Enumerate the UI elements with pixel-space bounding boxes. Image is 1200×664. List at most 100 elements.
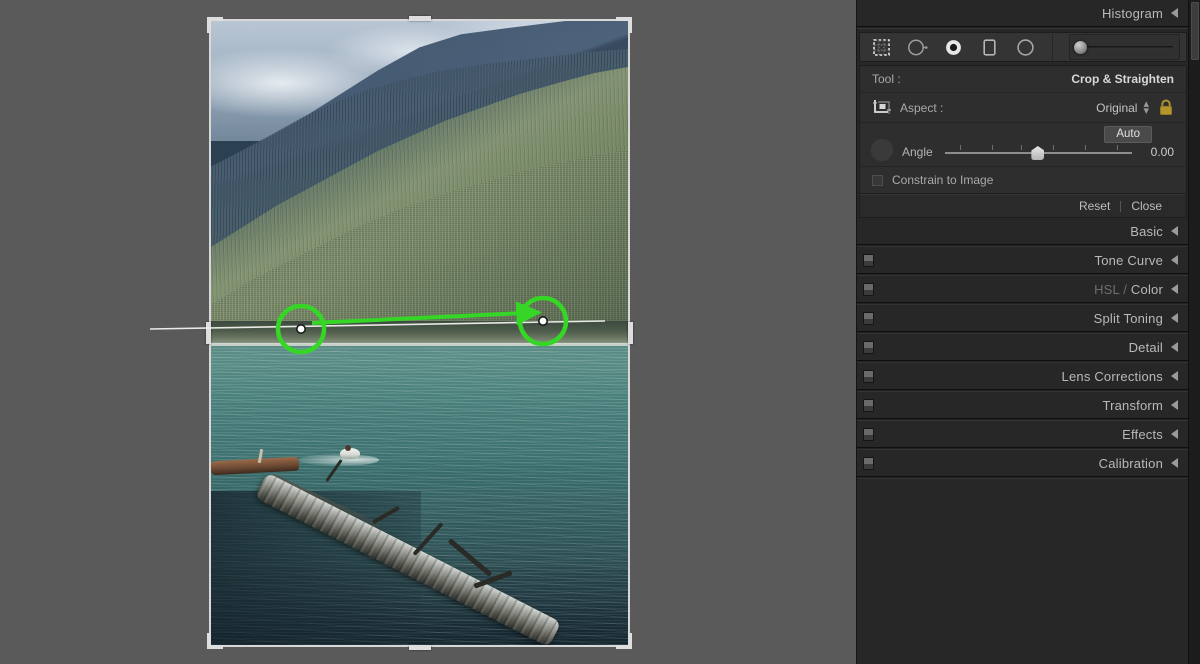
scrollbar-thumb[interactable] xyxy=(1191,2,1199,60)
filled-eye-circle-icon xyxy=(945,39,961,55)
amount-slider-track xyxy=(1076,45,1173,49)
triangle-left-icon xyxy=(1171,284,1178,294)
right-panel-scrollbar[interactable] xyxy=(1188,0,1200,664)
angle-tick xyxy=(991,145,993,150)
crop-aspect-icon xyxy=(873,99,891,114)
lightroom-develop-window: Histogram Tool: Crop & Straighten Aspec… xyxy=(0,0,1200,664)
panel-block: Basic xyxy=(857,218,1189,247)
angle-dial-knob[interactable] xyxy=(870,138,894,162)
panel-title-dim-prefix[interactable]: HSL / xyxy=(1094,282,1131,297)
panel-enable-switch[interactable] xyxy=(863,312,874,325)
photo-preview[interactable] xyxy=(211,21,628,645)
develop-panel-list: Basic Tone Curve HSL / Color Split Toning De… xyxy=(857,218,1189,479)
panel-divider xyxy=(857,26,1189,29)
panel-title: Lens Corrections xyxy=(1061,368,1163,384)
panel-title: Split Toning xyxy=(1093,310,1163,326)
right-side-panel: Histogram Tool: Crop & Straighten Aspec… xyxy=(856,0,1200,664)
crop-bounding-box[interactable] xyxy=(206,16,633,650)
triangle-left-icon xyxy=(1171,400,1178,410)
angle-tick xyxy=(1053,145,1055,150)
angle-slider-knob[interactable] xyxy=(1031,146,1045,160)
angle-tick xyxy=(959,145,961,150)
auto-straighten-button[interactable]: Auto xyxy=(1104,126,1152,143)
crop-handle-top[interactable] xyxy=(408,16,431,21)
triangle-left-icon xyxy=(1171,458,1178,468)
angle-tick xyxy=(1085,145,1087,150)
panel-title: Basic xyxy=(1130,223,1163,239)
angle-tick xyxy=(1117,145,1119,150)
panel-header-basic[interactable]: Basic xyxy=(857,218,1189,244)
triangle-left-icon xyxy=(1171,226,1178,236)
chevron-updown-icon[interactable]: ▴ ▾ xyxy=(1143,98,1149,116)
panel-enable-switch[interactable] xyxy=(863,457,874,470)
panel-title: Tone Curve xyxy=(1094,252,1163,268)
crop-handle-right[interactable] xyxy=(628,322,633,344)
tool-label: Tool : xyxy=(872,72,901,86)
amount-slider-knob[interactable] xyxy=(1074,40,1087,54)
panel-header-transform[interactable]: Transform xyxy=(857,392,1189,418)
panel-header-tone-curve[interactable]: Tone Curve xyxy=(857,247,1189,273)
graduated-filter-tool-button[interactable] xyxy=(978,36,1000,58)
circle-with-arrow-icon xyxy=(907,39,928,55)
panel-divider xyxy=(857,476,1189,479)
triangle-left-icon xyxy=(1171,342,1178,352)
triangle-left-icon xyxy=(1171,255,1178,265)
panel-title-histogram: Histogram xyxy=(1101,5,1163,21)
constrain-to-image-row[interactable]: Constrain to Image xyxy=(860,167,1186,193)
panel-header-lens-corrections[interactable]: Lens Corrections xyxy=(857,363,1189,389)
red-eye-correction-tool-button[interactable] xyxy=(942,36,964,58)
close-button[interactable]: Close xyxy=(1121,199,1172,213)
angle-value[interactable]: 0.00 xyxy=(1140,145,1174,159)
aspect-row[interactable]: Aspect : Original ▴ ▾ xyxy=(860,93,1186,123)
panel-title: Detail xyxy=(1128,339,1163,355)
panel-block: Calibration xyxy=(857,450,1189,479)
panel-title: Effects xyxy=(1122,426,1163,442)
panel-enable-switch[interactable] xyxy=(863,399,874,412)
radial-filter-tool-button[interactable] xyxy=(1014,36,1036,58)
panel-enable-switch[interactable] xyxy=(863,370,874,383)
reset-button[interactable]: Reset xyxy=(1069,199,1120,213)
image-canvas-area[interactable] xyxy=(0,0,856,664)
angle-tick xyxy=(1021,145,1023,150)
panel-enable-switch[interactable] xyxy=(863,254,874,267)
crop-overlay-tool-button[interactable] xyxy=(870,36,892,58)
panel-enable-switch[interactable] xyxy=(863,341,874,354)
angle-slider[interactable] xyxy=(944,143,1132,160)
panel-enable-switch[interactable] xyxy=(863,283,874,296)
panel-header-histogram[interactable]: Histogram xyxy=(857,0,1189,26)
right-panel-scroll-content: Histogram Tool: Crop & Straighten Aspec… xyxy=(857,0,1189,664)
rounded-rect-icon xyxy=(982,38,996,56)
constrain-checkbox[interactable] xyxy=(872,174,883,186)
panel-header-color[interactable]: HSL / Color xyxy=(857,276,1189,302)
panel-block: Tone Curve xyxy=(857,247,1189,276)
panel-block: Split Toning xyxy=(857,305,1189,334)
crop-straighten-module: Tool : Crop & Straighten Aspect : Origin… xyxy=(859,65,1187,194)
constrain-label: Constrain to Image xyxy=(892,173,994,187)
crop-handle-bottom[interactable] xyxy=(408,645,431,650)
panel-block: Detail xyxy=(857,334,1189,363)
panel-enable-switch[interactable] xyxy=(863,428,874,441)
panel-block: Transform xyxy=(857,392,1189,421)
toolstrip-divider xyxy=(1052,34,1053,60)
tool-row: Tool : Crop & Straighten xyxy=(860,66,1186,93)
lock-closed-icon[interactable] xyxy=(1158,99,1174,116)
panel-header-effects[interactable]: Effects xyxy=(857,421,1189,447)
triangle-left-icon xyxy=(1171,8,1178,18)
spot-removal-tool-button[interactable] xyxy=(906,36,928,58)
panel-header-split-toning[interactable]: Split Toning xyxy=(857,305,1189,331)
develop-toolstrip[interactable] xyxy=(859,32,1187,62)
triangle-left-icon xyxy=(1171,371,1178,381)
panel-block: Effects xyxy=(857,421,1189,450)
panel-header-calibration[interactable]: Calibration xyxy=(857,450,1189,476)
angle-row[interactable]: Auto Angle 0.00 xyxy=(860,123,1186,167)
triangle-left-icon xyxy=(1171,313,1178,323)
panel-block: HSL / Color xyxy=(857,276,1189,305)
aspect-value[interactable]: Original xyxy=(1096,101,1137,115)
amount-slider[interactable] xyxy=(1069,34,1180,60)
crop-module-footer: Reset Close xyxy=(859,194,1187,218)
panel-header-detail[interactable]: Detail xyxy=(857,334,1189,360)
circle-outline-icon xyxy=(1016,38,1034,56)
panel-title: HSL / Color xyxy=(1094,281,1163,297)
crop-handle-left[interactable] xyxy=(206,322,211,344)
aspect-label: Aspect : xyxy=(900,100,944,115)
